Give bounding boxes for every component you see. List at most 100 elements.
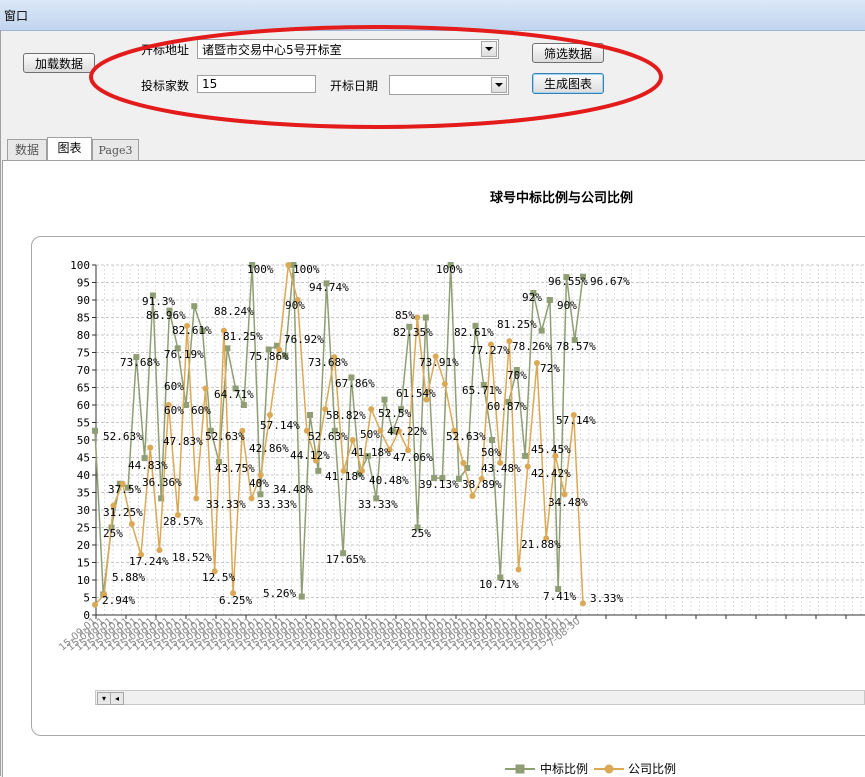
y-tick-label: 5 [83, 592, 90, 605]
data-label: 90% [557, 299, 577, 312]
data-label: 85% [395, 309, 415, 322]
data-label: 42.42% [531, 467, 571, 480]
data-label: 36.36% [142, 476, 182, 489]
legend-series1-label: 中标比例 [540, 762, 589, 776]
data-label: 44.83% [128, 459, 168, 472]
data-label: 73.91% [419, 356, 459, 369]
data-label: 21.88% [521, 538, 561, 551]
data-label: 76.92% [284, 333, 324, 346]
data-label: 52.63% [308, 430, 348, 443]
data-label: 57.14% [260, 419, 300, 432]
data-label: 64.71% [214, 388, 254, 401]
y-tick-label: 70 [77, 364, 90, 377]
data-label: 72% [540, 362, 560, 375]
y-tick-label: 90 [77, 294, 90, 307]
data-label: 34.48% [273, 483, 313, 496]
data-label: 28.57% [163, 515, 203, 528]
data-label: 67.86% [335, 377, 375, 390]
series2-point [460, 459, 467, 466]
data-label: 5.88% [112, 571, 145, 584]
series1-point [92, 427, 98, 434]
data-label: 17.65% [326, 553, 366, 566]
data-label: 52.63% [103, 430, 143, 443]
series2-point [441, 381, 448, 387]
data-label: 60% [164, 380, 184, 393]
series2-point [248, 495, 255, 502]
data-label: 47.83% [163, 435, 203, 448]
data-label: 45.45% [531, 443, 571, 456]
data-label: 10.71% [479, 578, 519, 591]
data-label: 2.94% [102, 594, 135, 607]
series2-point [515, 566, 522, 573]
data-label: 25% [411, 527, 431, 540]
series2-point [266, 412, 273, 419]
series1-point [257, 491, 264, 498]
data-label: 37.5% [108, 483, 141, 496]
series2-point [524, 463, 531, 470]
data-label: 33.33% [206, 498, 246, 511]
data-label: 82.61% [454, 326, 494, 339]
data-label: 25% [103, 527, 123, 540]
y-tick-label: 100 [70, 259, 90, 272]
y-tick-label: 85 [77, 312, 90, 325]
data-label: 60.87% [487, 400, 527, 413]
series2-point [349, 437, 356, 443]
data-label: 43.48% [481, 462, 521, 475]
data-label: 40% [249, 477, 269, 490]
data-label: 78.26% [512, 340, 552, 353]
y-tick-label: 65 [77, 382, 90, 395]
legend-series2-label: 公司比例 [628, 762, 677, 776]
data-label: 39.13% [419, 478, 459, 491]
series1-point [546, 297, 553, 303]
y-tick-label: 55 [77, 417, 90, 430]
series2-point [202, 385, 209, 392]
data-label: 44.12% [290, 449, 330, 462]
data-label: 31.25% [103, 506, 143, 519]
y-tick-label: 35 [77, 487, 90, 500]
data-label: 100% [436, 263, 463, 276]
data-label: 40.48% [369, 474, 409, 487]
data-label: 47.06% [393, 451, 433, 464]
y-tick-label: 75 [77, 347, 90, 360]
data-label: 60% [164, 404, 184, 417]
data-label: 75.86% [249, 350, 289, 363]
series1-point [489, 437, 496, 443]
y-tick-label: 20 [77, 539, 90, 552]
data-label: 96.67% [590, 275, 630, 288]
data-label: 5.26% [263, 587, 296, 600]
data-label: 52.5% [378, 407, 411, 420]
series1-point [381, 396, 388, 403]
y-tick-label: 50 [77, 434, 90, 447]
data-label: 60% [191, 404, 211, 417]
y-tick-label: 10 [77, 574, 90, 587]
scroll-left-icon[interactable]: ◂ [110, 692, 124, 705]
y-tick-label: 25 [77, 522, 90, 535]
series1-point [422, 314, 429, 321]
data-label: 94.74% [309, 281, 349, 294]
data-label: 33.33% [358, 498, 398, 511]
data-label: 73.68% [308, 356, 348, 369]
chart-horizontal-scrollbar[interactable]: ▾ ◂ [95, 690, 865, 705]
data-label: 82.61% [172, 324, 212, 337]
series2-point [414, 314, 421, 321]
data-label: 82.35% [393, 326, 433, 339]
scroll-menu-icon[interactable]: ▾ [97, 692, 111, 705]
y-tick-label: 30 [77, 504, 90, 517]
series2-point [285, 262, 292, 268]
data-label: 65.71% [462, 384, 502, 397]
data-label: 58.82% [326, 409, 366, 422]
y-tick-label: 60 [77, 399, 90, 412]
data-label: 18.52% [172, 551, 212, 564]
series2-point [92, 601, 98, 608]
data-label: 61.54% [396, 387, 436, 400]
data-label: 47.22% [387, 425, 427, 438]
data-label: 86.96% [146, 309, 186, 322]
data-label: 57.14% [556, 414, 596, 427]
data-label: 76.19% [164, 348, 204, 361]
series1-point [522, 452, 529, 459]
legend-series2-icon [594, 764, 624, 774]
y-tick-label: 45 [77, 452, 90, 465]
series2-point [580, 600, 586, 607]
series1-point [191, 303, 198, 310]
data-label: 34.48% [548, 496, 588, 509]
